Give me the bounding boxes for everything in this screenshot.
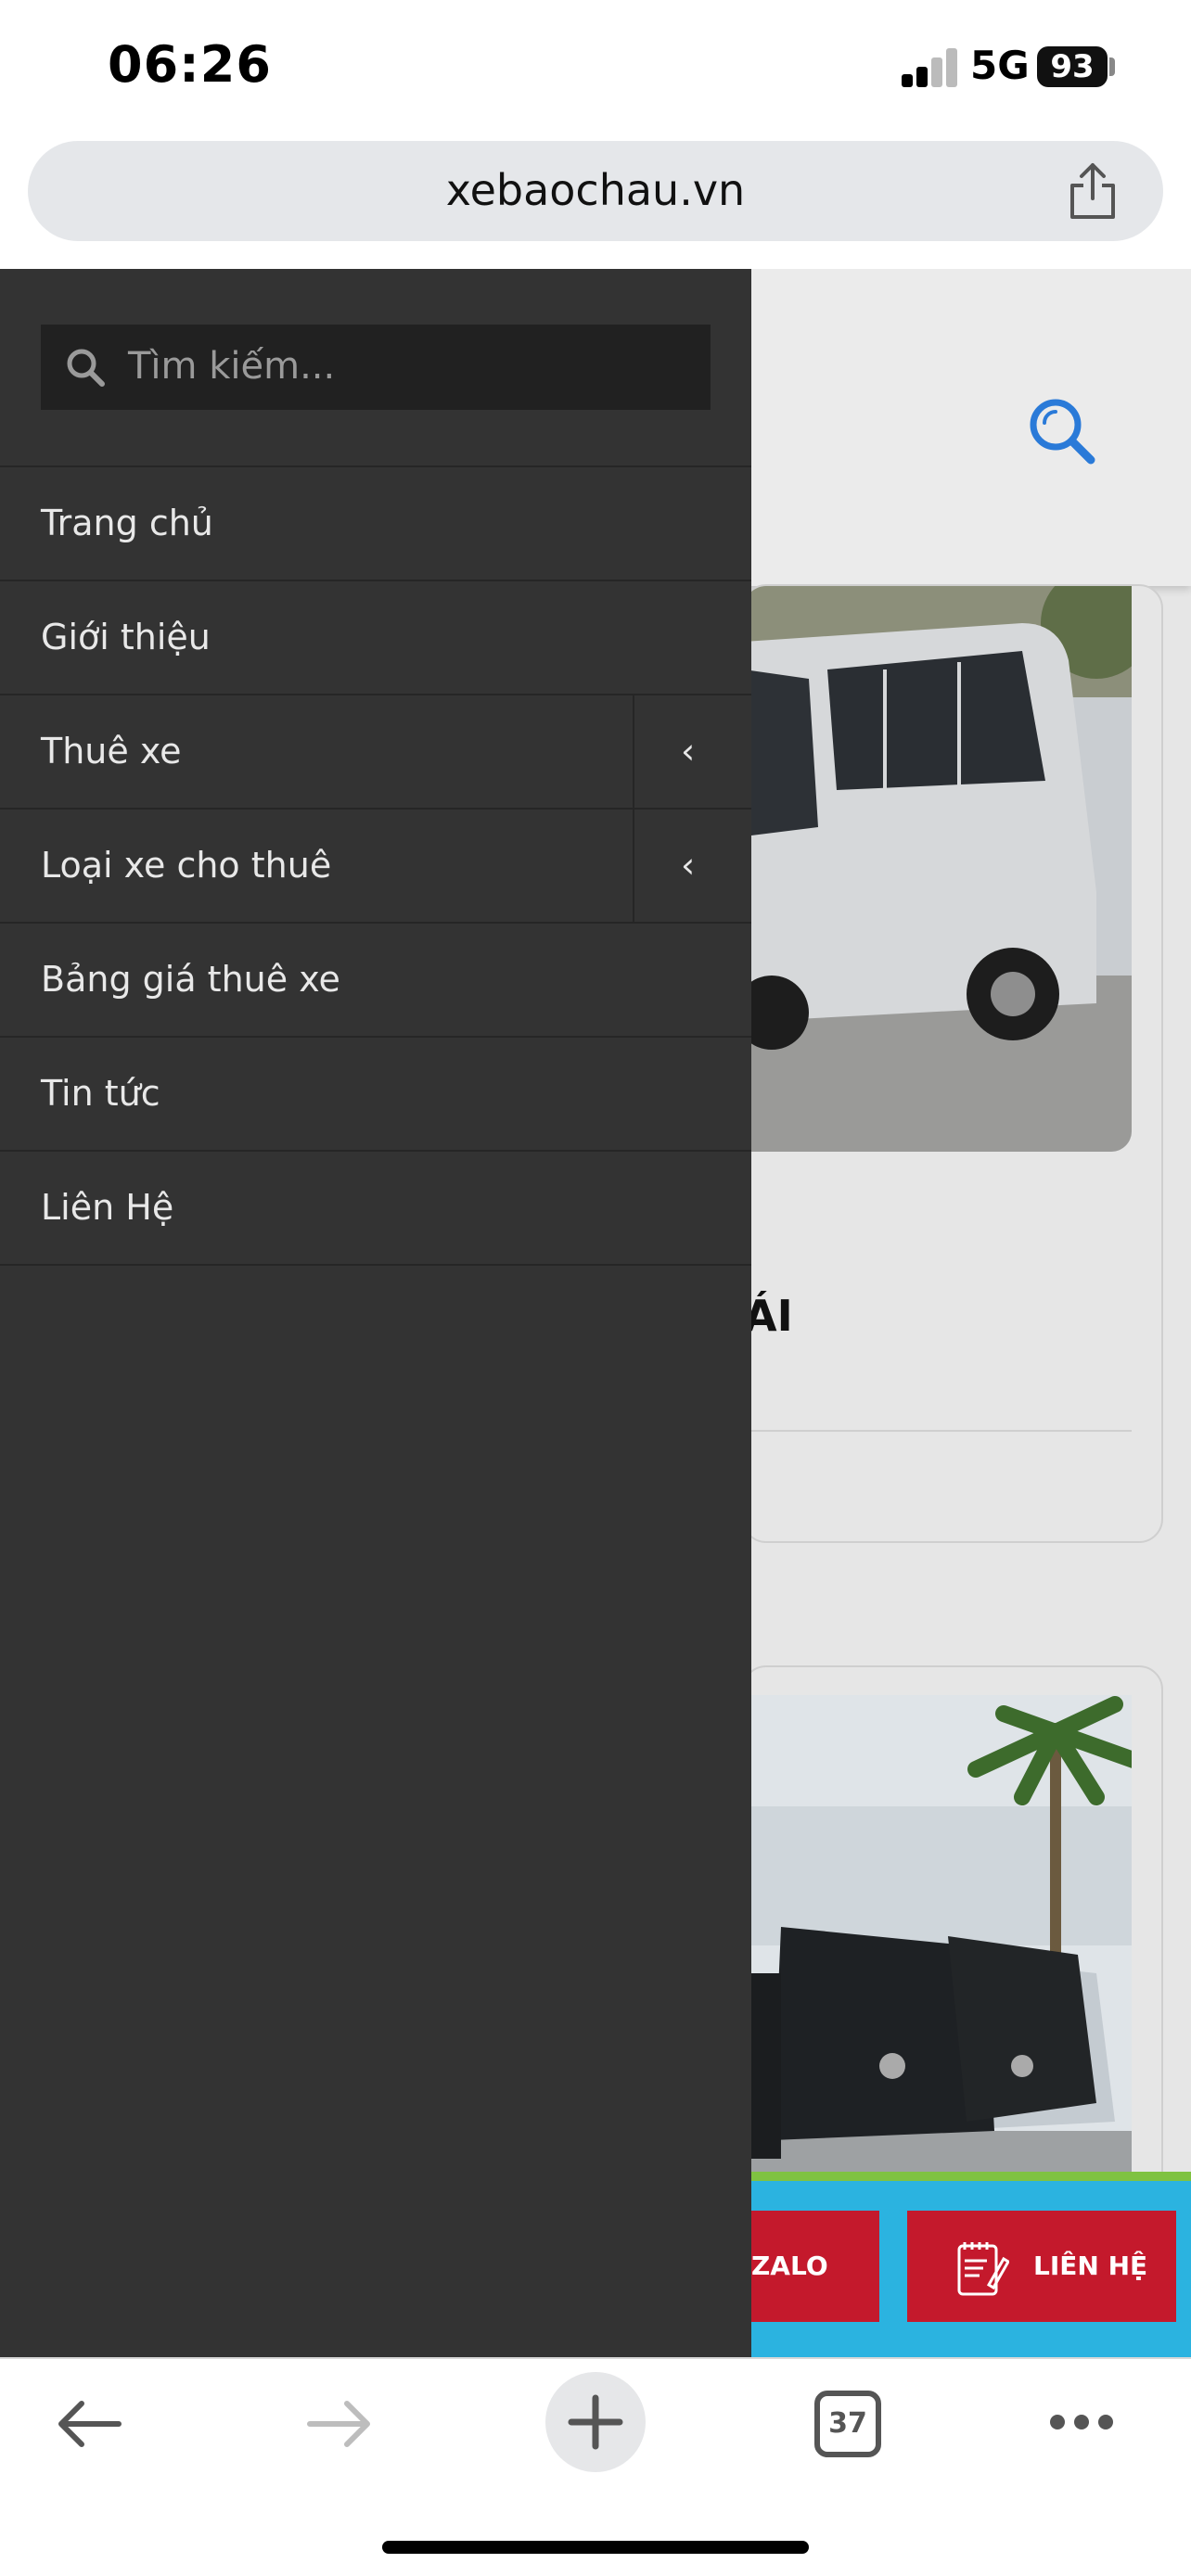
divider [744,1430,1132,1432]
search-icon[interactable] [1026,395,1096,465]
drawer-search-input[interactable]: Tìm kiếm... [41,325,711,410]
menu-item-bang-gia-thue-xe[interactable]: Bảng giá thuê xe [0,924,751,1038]
back-arrow-icon[interactable] [54,2396,122,2452]
vehicle-image-silver-van[interactable] [744,586,1132,1152]
network-label: 5G [970,43,1030,88]
submenu-toggle[interactable]: ‹ [633,695,751,808]
address-bar[interactable]: xebaochau.vn [28,141,1163,241]
search-placeholder: Tìm kiếm... [128,345,336,388]
note-icon [957,2242,1009,2296]
menu-item-trang-chu[interactable]: Trang chủ [0,467,751,581]
url-text[interactable]: xebaochau.vn [28,165,1163,215]
status-time: 06:26 [108,35,272,94]
menu-item-loai-xe-cho-thue[interactable]: Loại xe cho thuê ‹ [0,810,751,924]
tabs-button[interactable]: 37 [814,2391,881,2457]
contact-button-label: LIÊN HỆ [1033,2251,1148,2281]
search-icon [67,349,105,387]
battery-icon: 93 [1037,46,1108,87]
signal-strength-icon [902,48,959,87]
menu-item-lien-he[interactable]: Liên Hệ [0,1152,751,1266]
menu-item-tin-tuc[interactable]: Tin tức [0,1038,751,1152]
menu-item-label: Liên Hệ [41,1187,174,1228]
menu-item-label: Giới thiệu [41,617,211,657]
share-icon[interactable] [1065,161,1121,221]
side-drawer: Tìm kiếm... Trang chủ Giới thiệu Thuê xe… [0,269,751,2357]
home-indicator [382,2541,809,2554]
battery-tip [1109,57,1115,76]
menu-item-label: Thuê xe [41,731,182,772]
submenu-toggle[interactable]: ‹ [633,810,751,922]
new-tab-plus-icon[interactable] [545,2372,646,2472]
menu-item-gioi-thieu[interactable]: Giới thiệu [0,581,751,695]
more-options-icon[interactable] [1048,2413,1115,2431]
drawer-menu: Trang chủ Giới thiệu Thuê xe ‹ Loại xe c… [0,465,751,1266]
status-bar: 06:26 5G 93 [0,0,1191,137]
chevron-left-icon: ‹ [681,731,696,772]
menu-item-label: Loại xe cho thuê [41,845,332,886]
chevron-left-icon: ‹ [681,845,696,886]
menu-item-label: Bảng giá thuê xe [41,959,340,1000]
vehicle-card[interactable]: ÁI [742,584,1163,1543]
menu-item-thue-xe[interactable]: Thuê xe ‹ [0,695,751,810]
contact-button[interactable]: LIÊN HỆ [907,2211,1176,2322]
menu-item-label: Tin tức [41,1073,160,1114]
forward-arrow-icon[interactable] [306,2396,375,2452]
menu-item-label: Trang chủ [41,503,213,543]
vehicle-image-black-vans[interactable] [744,1695,1132,2242]
